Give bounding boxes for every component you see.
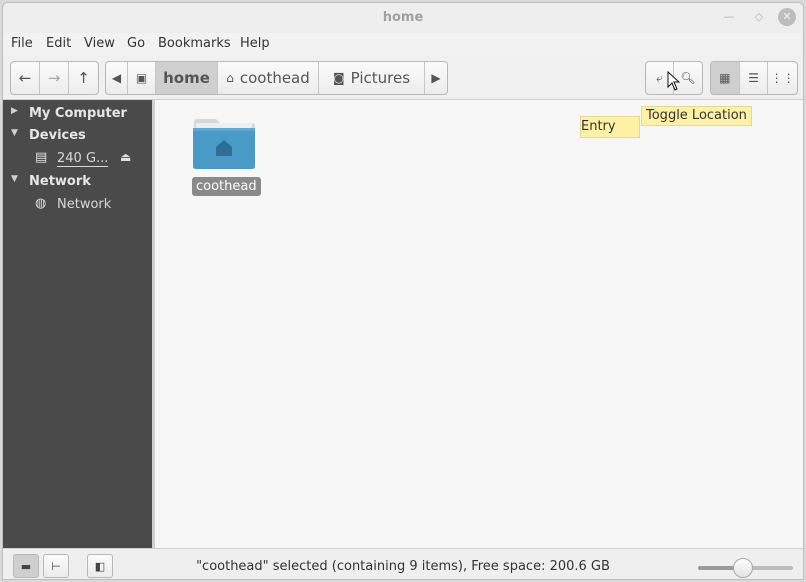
sidebar-item-label: 240 G...: [57, 151, 109, 167]
zoom-slider-handle[interactable]: [732, 558, 753, 578]
maximize-button[interactable]: ◇: [751, 9, 767, 25]
menu-bookmarks[interactable]: Bookmarks: [158, 36, 231, 51]
up-button[interactable]: ↑: [69, 62, 98, 94]
icon-view-button[interactable]: ▦: [711, 62, 740, 94]
arrow-left-icon: ←: [18, 69, 32, 87]
nav-buttons: ← → ↑: [10, 61, 99, 95]
file-view[interactable]: coothead Toggle Location Entry: [152, 100, 803, 548]
drive-icon: ▤: [35, 150, 48, 165]
location-entry-icon: ⤶: [656, 70, 663, 85]
sidebar-section-my-computer[interactable]: ▶ My Computer: [3, 103, 152, 125]
compact-view-button[interactable]: ⋮⋮: [768, 62, 797, 94]
restore-path-button[interactable]: ▣: [128, 62, 156, 94]
toolbar: ← → ↑ ◀ ▣ home ⌂ coothead ◙ Pictures ▶ ⤶ 🔍…: [3, 56, 803, 100]
breadcrumb-label: coothead: [239, 69, 310, 87]
breadcrumb-label: Pictures: [350, 69, 411, 87]
sidebar: ▶ My Computer ▼ Devices ▤ 240 G... ⏏ ▼ N…: [3, 100, 152, 548]
search-icon: 🔍︎: [680, 71, 696, 85]
sidebar-item-label: Network: [57, 197, 112, 212]
sidebar-section-network[interactable]: ▼ Network: [3, 171, 152, 193]
title-bar: home — ◇ ✕: [3, 3, 803, 33]
expander-expanded-icon: ▼: [11, 128, 18, 138]
camera-icon: ◙: [332, 71, 345, 85]
menu-edit[interactable]: Edit: [46, 36, 71, 51]
breadcrumb-home[interactable]: home: [156, 62, 218, 94]
menu-go[interactable]: Go: [127, 36, 145, 51]
view-mode-buttons: ▦ ☰ ⋮⋮: [710, 61, 798, 95]
expander-collapsed-icon: ▶: [11, 106, 18, 116]
sidebar-item-network[interactable]: ◍ Network: [3, 194, 152, 216]
caret-left-icon: ◀: [111, 71, 122, 85]
menu-view[interactable]: View: [84, 36, 115, 51]
folder-item[interactable]: coothead: [192, 116, 261, 196]
status-text: "coothead" selected (containing 9 items)…: [196, 559, 610, 574]
menu-help[interactable]: Help: [240, 36, 270, 51]
tooltip: Toggle Location Entry: [580, 106, 752, 138]
minimize-button[interactable]: —: [721, 9, 737, 25]
tooltip-text: Toggle Location: [641, 106, 752, 126]
expander-expanded-icon: ▼: [11, 174, 18, 184]
list-icon: ☰: [748, 71, 759, 85]
forward-button[interactable]: →: [40, 62, 69, 94]
breadcrumb-label: home: [163, 69, 210, 87]
arrow-right-icon: →: [47, 69, 61, 87]
caret-right-icon: ▶: [431, 71, 441, 85]
file-manager-window: home — ◇ ✕ File Edit View Go Bookmarks H…: [2, 2, 804, 580]
path-icon: ▣: [135, 71, 148, 85]
folder-name: coothead: [192, 177, 261, 196]
mouse-cursor-icon: [667, 71, 681, 91]
menu-bar: File Edit View Go Bookmarks Help: [3, 33, 803, 55]
folder-home-icon: [193, 119, 255, 169]
home-icon: ⌂: [226, 71, 234, 85]
list-view-button[interactable]: ☰: [740, 62, 769, 94]
menu-file[interactable]: File: [11, 36, 33, 51]
close-button[interactable]: ✕: [778, 8, 796, 26]
sidebar-section-label: Devices: [29, 128, 86, 143]
sidebar-item-drive[interactable]: ▤ 240 G... ⏏: [3, 148, 152, 170]
sidebar-section-label: Network: [29, 174, 91, 189]
breadcrumb: ◀ ▣ home ⌂ coothead ◙ Pictures ▶: [105, 61, 448, 95]
back-button[interactable]: ←: [11, 62, 40, 94]
sidebar-section-devices[interactable]: ▼ Devices: [3, 125, 152, 147]
status-bar: ▬ ⊢ ◧ "coothead" selected (containing 9 …: [3, 548, 803, 579]
window-title: home: [382, 10, 424, 25]
sidebar-section-label: My Computer: [29, 106, 127, 121]
tooltip-text-overlap: Entry: [580, 116, 640, 138]
breadcrumb-scroll-right[interactable]: ▶: [425, 62, 447, 94]
compact-icon: ⋮⋮: [770, 71, 795, 85]
breadcrumb-scroll-left[interactable]: ◀: [106, 62, 128, 94]
grid-icon: ▦: [719, 71, 731, 85]
globe-icon: ◍: [35, 196, 47, 211]
breadcrumb-pictures[interactable]: ◙ Pictures: [319, 62, 425, 94]
arrow-up-icon: ↑: [77, 69, 90, 87]
eject-icon[interactable]: ⏏: [120, 150, 131, 164]
breadcrumb-coothead[interactable]: ⌂ coothead: [218, 62, 319, 94]
